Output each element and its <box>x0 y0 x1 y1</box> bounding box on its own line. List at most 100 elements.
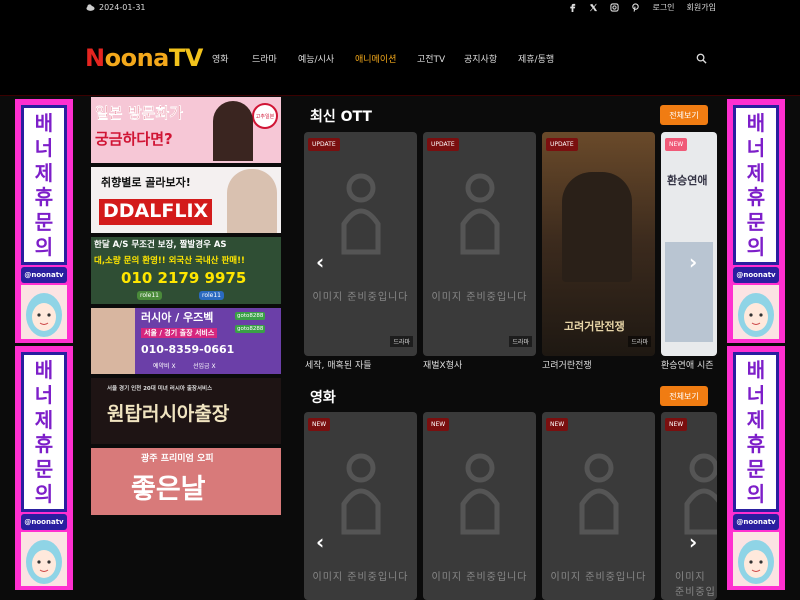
banner-char: 배 <box>34 111 54 136</box>
ad-tag: 예약비 X <box>153 363 176 370</box>
banner-char: 제 <box>34 407 54 432</box>
chevron-left-icon[interactable]: ‹ <box>316 250 324 274</box>
ad-tag: goto8288 <box>235 312 266 320</box>
nav-item-variety[interactable]: 예능/시사 <box>298 52 355 65</box>
banner-character-image <box>21 285 67 339</box>
ad-text: 서울 경기 인천 20대 미녀 러시아 출장서비스 <box>107 386 213 392</box>
side-banner-left-top[interactable]: 배너제휴문의 @noonatv <box>15 99 73 343</box>
nav-item-movie[interactable]: 영화 <box>212 52 252 65</box>
nav-item-classic-tv[interactable]: 고전TV <box>417 52 464 65</box>
banner-char: 너 <box>34 382 54 407</box>
facebook-icon[interactable] <box>568 3 577 12</box>
ad-banner-6[interactable]: 광주 프리미엄 오피 좋은날 <box>91 448 281 515</box>
top-bar: 2024-01-31 로그인 회원가입 <box>0 0 800 18</box>
banner-text: 배너제휴문의 <box>21 352 67 512</box>
content-card[interactable]: NEW 이미지 준비중입니다 <box>661 412 717 600</box>
logo-tv: TV <box>168 44 203 72</box>
side-banner-right-top[interactable]: 배너제휴문의 @noonatv <box>727 99 785 343</box>
content-card[interactable]: UPDATE 이미지 준비중입니다 드라마 <box>304 132 417 356</box>
ad-text: 010 2179 9975 <box>121 269 247 287</box>
banner-char: 제 <box>34 160 54 185</box>
banner-char: 휴 <box>746 185 766 210</box>
site-logo[interactable]: NoonaTV <box>85 44 203 72</box>
card-caption[interactable]: 세작, 매혹된 자들 <box>305 358 418 371</box>
chevron-left-icon[interactable]: ‹ <box>316 530 324 554</box>
card-caption[interactable]: 고려거란전쟁 <box>542 358 655 371</box>
logo-oona: oona <box>104 44 170 72</box>
ad-text: 서울 / 경기 출장 서비스 <box>141 328 218 339</box>
twitter-icon[interactable] <box>589 3 598 12</box>
banner-character-image <box>21 532 67 586</box>
poster-figure <box>562 172 632 282</box>
placeholder-person-icon <box>460 173 500 255</box>
placeholder-person-icon <box>341 453 381 535</box>
ad-text: 대,소량 문의 환영!! 외국산 국내산 판매!! <box>94 256 245 266</box>
no-image-text: 이미지 준비중입니다 <box>431 572 528 583</box>
ad-badge: 고추일본 <box>252 103 278 129</box>
banner-char: 문 <box>34 209 54 234</box>
banner-char: 의 <box>746 481 766 506</box>
section-title-ott: 최신 OTT <box>310 109 372 125</box>
main-nav: 영화 드라마 예능/시사 애니메이션 고전TV 공지사항 제휴/동행 <box>212 52 568 65</box>
ad-banner-4[interactable]: 러시아 / 우즈벡 서울 / 경기 출장 서비스 010-8359-0661 g… <box>91 308 281 374</box>
signup-link[interactable]: 회원가입 <box>687 2 716 13</box>
card-genre: 드라마 <box>390 336 413 347</box>
ad-text: 궁금하다면? <box>95 130 173 148</box>
banner-char: 문 <box>746 456 766 481</box>
login-link[interactable]: 로그인 <box>652 2 674 13</box>
banner-char: 문 <box>746 209 766 234</box>
placeholder-person-icon <box>579 453 619 535</box>
site-header: NoonaTV 영화 드라마 예능/시사 애니메이션 고전TV 공지사항 제휴/… <box>0 18 800 96</box>
content-card[interactable]: UPDATE 이미지 준비중입니다 드라마 <box>423 132 536 356</box>
view-all-button-ott[interactable]: 전체보기 <box>660 105 708 125</box>
card-caption[interactable]: 재벌X형사 <box>423 358 536 371</box>
content-card[interactable]: NEW 이미지 준비중입니다 <box>304 412 417 600</box>
nav-item-drama[interactable]: 드라마 <box>252 52 298 65</box>
ad-banner-2[interactable]: 취향별로 골라보자! DDALFLIX <box>91 167 281 233</box>
banner-char: 의 <box>34 481 54 506</box>
nav-item-partnership[interactable]: 제휴/동행 <box>518 52 568 65</box>
chevron-right-icon[interactable]: › <box>689 530 697 554</box>
content-card[interactable]: 환승연애 NEW <box>661 132 717 356</box>
placeholder-person-icon <box>460 453 500 535</box>
banner-char: 배 <box>746 111 766 136</box>
content-card[interactable]: NEW 이미지 준비중입니다 <box>542 412 655 600</box>
card-badge: NEW <box>546 418 569 431</box>
card-badge: NEW <box>665 418 688 431</box>
card-badge: UPDATE <box>427 138 459 151</box>
instagram-icon[interactable] <box>610 3 620 12</box>
banner-handle: @noonatv <box>21 267 67 283</box>
ad-text: 한달 A/S 무조건 보장, 짤발경우 AS <box>94 240 227 250</box>
pinterest-icon[interactable] <box>631 3 640 12</box>
banner-character-image <box>733 532 779 586</box>
side-banner-right-bottom[interactable]: 배너제휴문의 @noonatv <box>727 346 785 590</box>
banner-text: 배너제휴문의 <box>21 105 67 265</box>
content-card[interactable]: UPDATE 고려거란전쟁 드라마 <box>542 132 655 356</box>
ad-model-image <box>91 308 135 374</box>
ad-banner-5[interactable]: 서울 경기 인천 20대 미녀 러시아 출장서비스 원탑러시아출장 <box>91 378 281 444</box>
ad-text: 좋은날 <box>131 474 206 505</box>
chevron-right-icon[interactable]: › <box>689 250 697 274</box>
ad-model-image <box>227 169 277 233</box>
banner-char: 휴 <box>34 185 54 210</box>
nav-item-notice[interactable]: 공지사항 <box>464 52 518 65</box>
banner-text: 배너제휴문의 <box>733 352 779 512</box>
view-all-button-movie[interactable]: 전체보기 <box>660 386 708 406</box>
side-banner-left-bottom[interactable]: 배너제휴문의 @noonatv <box>15 346 73 590</box>
ad-text: 러시아 / 우즈벡 <box>141 311 214 324</box>
ad-banner-3[interactable]: 한달 A/S 무조건 보장, 짤발경우 AS 대,소량 문의 환영!! 외국산 … <box>91 237 281 304</box>
ad-tag: 선입금 X <box>193 363 216 370</box>
no-image-text: 이미지 준비중입니다 <box>550 572 647 583</box>
no-image-text: 이미지 준비중입니다 <box>312 292 409 303</box>
nav-item-animation[interactable]: 애니메이션 <box>355 52 417 65</box>
card-caption[interactable]: 환승연애 시즌 <box>661 358 717 371</box>
content-card[interactable]: NEW 이미지 준비중입니다 <box>423 412 536 600</box>
ad-text: 010-8359-0661 <box>141 343 235 356</box>
search-icon[interactable] <box>696 53 707 64</box>
card-badge: UPDATE <box>308 138 340 151</box>
banner-char: 배 <box>746 358 766 383</box>
banner-char: 너 <box>746 135 766 160</box>
ad-text: 광주 프리미엄 오피 <box>141 454 214 464</box>
ad-banner-1[interactable]: 일본 방문화가 궁금하다면? 고추일본 <box>91 97 281 163</box>
date-display: 2024-01-31 <box>86 3 146 12</box>
